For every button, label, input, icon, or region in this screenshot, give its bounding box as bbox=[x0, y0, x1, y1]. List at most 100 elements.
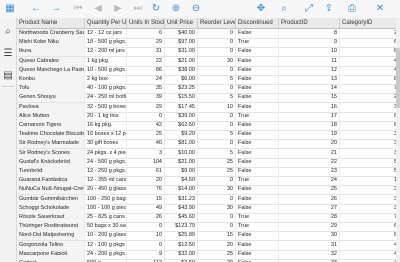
table-cell[interactable]: 24 bbox=[279, 176, 340, 186]
table-cell[interactable]: $23.25 bbox=[165, 84, 198, 94]
table-cell[interactable]: Konbu bbox=[17, 75, 85, 84]
table-cell[interactable]: $25.89 bbox=[165, 231, 198, 241]
back-icon[interactable]: ← bbox=[30, 3, 42, 15]
table-cell[interactable]: 30 bbox=[279, 231, 340, 241]
table-cell[interactable]: 9 bbox=[127, 249, 165, 259]
table-cell[interactable]: 27 bbox=[279, 203, 340, 213]
table-cell[interactable]: 29 bbox=[127, 102, 165, 112]
table-cell[interactable]: 13 bbox=[279, 75, 340, 84]
table-cell[interactable]: 6 bbox=[127, 29, 165, 38]
table-cell[interactable]: 32 bbox=[279, 249, 340, 259]
table-cell[interactable]: 11 bbox=[279, 56, 340, 66]
table-cell[interactable]: 24 - 200 g pkgs. bbox=[85, 249, 127, 259]
scrollbar-thumb[interactable] bbox=[396, 48, 400, 108]
table-cell[interactable]: $4.50 bbox=[165, 176, 198, 186]
column-header[interactable]: Reorder Level bbox=[198, 18, 236, 28]
table-cell[interactable]: Gumbär Gummibärchen bbox=[17, 194, 85, 204]
vertical-scrollbar[interactable] bbox=[396, 18, 400, 262]
table-cell[interactable]: 0 bbox=[198, 213, 236, 222]
table-cell[interactable]: False bbox=[236, 93, 279, 103]
table-cell[interactable]: $17.45 bbox=[165, 102, 198, 112]
table-cell[interactable]: $38.00 bbox=[165, 65, 198, 75]
table-cell[interactable]: 24 pkgs. x 4 pieces bbox=[85, 148, 127, 158]
zoom-in-icon[interactable]: ⊕ bbox=[170, 3, 182, 15]
table-cell[interactable]: False bbox=[236, 203, 279, 213]
table-cell[interactable]: Sir Rodney's Scones bbox=[17, 148, 85, 158]
table-cell[interactable]: 25 bbox=[198, 249, 236, 259]
expand-icon[interactable]: ⤢ bbox=[303, 3, 315, 15]
table-cell[interactable]: 76 bbox=[127, 185, 165, 195]
last-icon[interactable]: ⏭ bbox=[132, 3, 144, 15]
refresh-icon[interactable]: ↻ bbox=[150, 3, 162, 15]
first-icon[interactable]: ⏮ bbox=[72, 3, 84, 15]
grid-icon[interactable]: ▤ bbox=[2, 70, 14, 82]
table-cell[interactable]: $31.00 bbox=[165, 47, 198, 57]
export-icon[interactable]: ⇪ bbox=[323, 3, 335, 15]
table-cell[interactable]: 29 bbox=[279, 222, 340, 232]
table-cell[interactable]: 30 bbox=[198, 185, 236, 195]
table-cell[interactable]: 31 bbox=[127, 47, 165, 57]
table-cell[interactable]: 12 - 100 g pkgs bbox=[85, 240, 127, 250]
table-cell[interactable]: Alice Mutton bbox=[17, 111, 85, 121]
table-cell[interactable]: Genen Shouyu bbox=[17, 93, 85, 103]
table-cell[interactable]: 0 bbox=[198, 47, 236, 57]
table-cell[interactable]: True bbox=[236, 176, 279, 186]
table-cell[interactable]: 10 - 500 g pkgs. bbox=[85, 65, 127, 75]
table-cell[interactable]: 0 bbox=[198, 194, 236, 204]
table-cell[interactable]: 7 bbox=[340, 84, 400, 94]
table-cell[interactable]: 8 bbox=[340, 47, 400, 57]
table-cell[interactable]: False bbox=[236, 102, 279, 112]
table-cell[interactable]: 20 - 1 kg tins bbox=[85, 111, 127, 121]
table-cell[interactable]: 30 bbox=[198, 203, 236, 213]
table-cell[interactable]: 6 bbox=[340, 38, 400, 48]
table-cell[interactable]: False bbox=[236, 84, 279, 94]
table-cell[interactable]: 5 bbox=[340, 157, 400, 167]
column-header[interactable]: CategoryID bbox=[340, 18, 400, 28]
table-cell[interactable]: Mascarpone Fabioli bbox=[17, 249, 85, 259]
search-icon[interactable]: ⌕ bbox=[2, 26, 14, 38]
table-cell[interactable]: Rössle Sauerkraut bbox=[17, 213, 85, 222]
table-cell[interactable]: 0 bbox=[127, 111, 165, 121]
table-cell[interactable]: 5 bbox=[198, 148, 236, 158]
table-cell[interactable]: $12.50 bbox=[165, 240, 198, 250]
table-cell[interactable]: 23 bbox=[279, 167, 340, 176]
table-cell[interactable]: Tofu bbox=[17, 84, 85, 94]
table-cell[interactable]: 24 bbox=[127, 75, 165, 84]
table-cell[interactable]: $15.50 bbox=[165, 93, 198, 103]
table-cell[interactable]: 29 bbox=[127, 38, 165, 48]
table-cell[interactable]: Northwoods Cranberry Sauce bbox=[17, 29, 85, 38]
table-cell[interactable]: 25 bbox=[127, 130, 165, 140]
table-cell[interactable]: 0 bbox=[127, 222, 165, 232]
table-cell[interactable]: 49 bbox=[127, 203, 165, 213]
column-header[interactable]: Unit Price bbox=[165, 18, 198, 28]
table-cell[interactable]: 32 - 500 g boxes bbox=[85, 102, 127, 112]
table-cell[interactable]: 1 kg pkg. bbox=[85, 56, 127, 66]
table-cell[interactable]: 20 bbox=[198, 240, 236, 250]
table-cell[interactable]: 39 bbox=[127, 93, 165, 103]
table-cell[interactable]: 2 kg box bbox=[85, 75, 127, 84]
table-cell[interactable]: $9.20 bbox=[165, 130, 198, 140]
table-cell[interactable]: 0 bbox=[198, 84, 236, 94]
table-cell[interactable]: 1 bbox=[340, 176, 400, 186]
table-cell[interactable]: Nord-Ost Matjeshering bbox=[17, 231, 85, 241]
table-cell[interactable]: 8 bbox=[340, 121, 400, 130]
table-cell[interactable]: Carnarvon Tigers bbox=[17, 121, 85, 130]
table-cell[interactable]: $123.79 bbox=[165, 222, 198, 232]
table-cell[interactable]: 2 bbox=[340, 29, 400, 38]
zoom-out-icon[interactable]: ⊖ bbox=[190, 3, 202, 15]
table-cell[interactable]: 104 bbox=[127, 157, 165, 167]
table-cell[interactable]: $97.00 bbox=[165, 38, 198, 48]
table-cell[interactable]: 14 bbox=[279, 84, 340, 94]
table-cell[interactable]: 18 - 500 g pkgs. bbox=[85, 38, 127, 48]
table-cell[interactable]: 5 bbox=[198, 130, 236, 140]
table-cell[interactable]: 0 bbox=[198, 29, 236, 38]
table-cell[interactable]: 24 - 250 ml bottles bbox=[85, 93, 127, 103]
table-cell[interactable]: 4 bbox=[340, 65, 400, 75]
table-cell[interactable]: 8 bbox=[340, 231, 400, 241]
table-cell[interactable]: Mishi Kobe Niku bbox=[17, 38, 85, 48]
table-cell[interactable]: 25 bbox=[198, 157, 236, 167]
table-cell[interactable]: False bbox=[236, 157, 279, 167]
table-cell[interactable]: 40 - 100 g pkgs. bbox=[85, 84, 127, 94]
table-cell[interactable]: 22 bbox=[279, 157, 340, 167]
table-cell[interactable]: 31 bbox=[279, 240, 340, 250]
